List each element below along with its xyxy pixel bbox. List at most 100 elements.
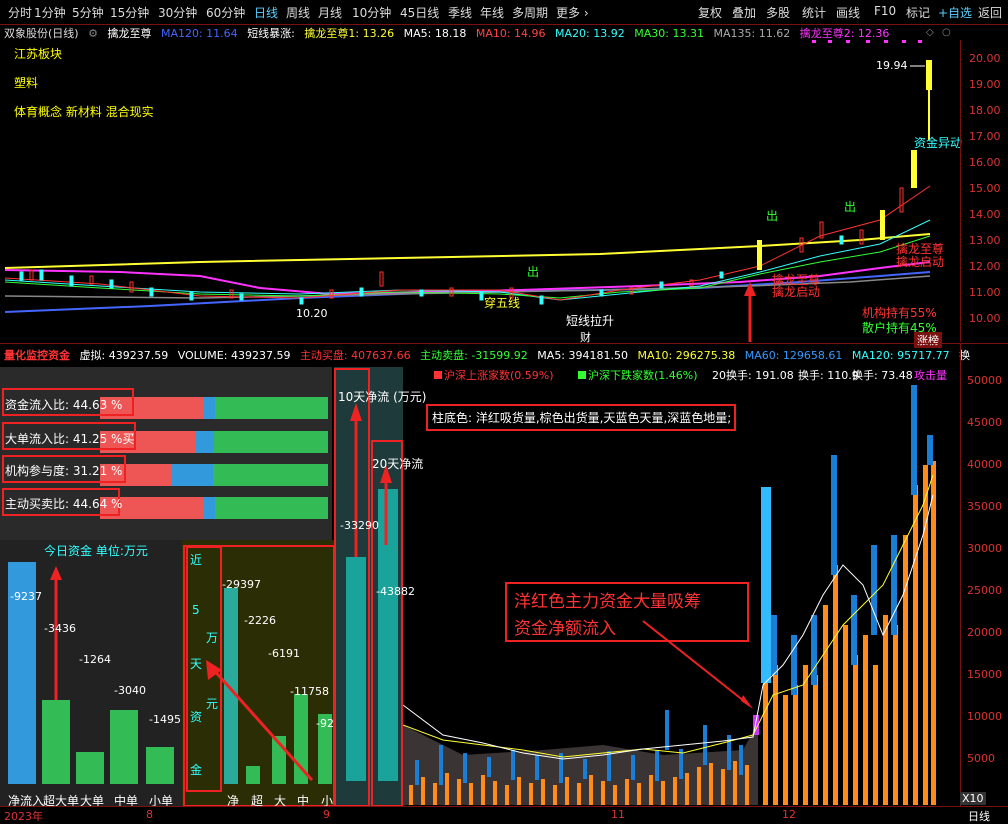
period-season[interactable]: 季线 bbox=[448, 4, 472, 21]
ma20-value: MA20: 13.92 bbox=[555, 27, 625, 40]
volume-tick: 10000 bbox=[967, 710, 1002, 723]
twenty-day-bar bbox=[378, 489, 398, 781]
signal-candle bbox=[926, 60, 932, 90]
price-tick: 14.00 bbox=[969, 208, 1001, 221]
period-more[interactable]: 更多 › bbox=[556, 4, 589, 21]
today-value-super: -3436 bbox=[44, 622, 76, 635]
huanshou3: 换手: 73.48 bbox=[852, 369, 913, 382]
five-day-value-super: -2226 bbox=[244, 614, 276, 627]
price-axis: 20.00 19.00 18.00 17.00 16.00 15.00 14.0… bbox=[960, 40, 1008, 342]
callout-line2: 资金净额流入 bbox=[514, 619, 616, 639]
tongji-button[interactable]: 统计 bbox=[802, 4, 826, 21]
attack-label: 攻击量 bbox=[914, 369, 947, 382]
ma30-value: MA30: 13.31 bbox=[634, 27, 704, 40]
zijin-label: 资金异动 bbox=[914, 136, 963, 150]
period-monthly[interactable]: 月线 bbox=[318, 4, 342, 21]
axis-label-12: 12 bbox=[782, 808, 796, 821]
duogu-button[interactable]: 多股 bbox=[766, 4, 790, 21]
price-tick: 13.00 bbox=[969, 234, 1001, 247]
ratio-label-2: 大单流入比: 41.25 %买 bbox=[5, 432, 135, 446]
today-value-mid: -3040 bbox=[114, 684, 146, 697]
note-text: 柱底色: 洋红吸货量,棕色出货量,天蓝色天量,深蓝色地量; bbox=[432, 411, 732, 425]
huanshou1: 20换手: 191.08 bbox=[712, 369, 794, 382]
lower-ma60: MA60: 129658.61 bbox=[744, 349, 843, 362]
ratio-bar-4 bbox=[100, 497, 328, 519]
twenty-day-value: -43882 bbox=[376, 585, 415, 598]
qldq-label: 擒龙启动 bbox=[896, 255, 945, 269]
ten-day-value: -33290 bbox=[340, 519, 379, 532]
f10-button[interactable]: F10 bbox=[874, 4, 896, 18]
duanxian-label: 短线拉升 bbox=[566, 314, 615, 328]
expand-icon[interactable]: ◇ bbox=[926, 27, 934, 38]
volume-tick: 45000 bbox=[967, 416, 1002, 429]
indicator-info-line: 双象股份(日线) ⚙ 擒龙至尊 MA120: 11.64 短线暴涨: 擒龙至尊1… bbox=[4, 25, 895, 41]
period-daily[interactable]: 日线 bbox=[254, 4, 278, 21]
ma135-value: MA135: 11.62 bbox=[713, 27, 791, 40]
lower-ma120: MA120: 95717.77 bbox=[851, 349, 950, 362]
five-day-value-net: -29397 bbox=[222, 578, 261, 591]
qlzz2-value: 擒龙至尊2: 12.36 bbox=[799, 27, 890, 40]
period-multi[interactable]: 多周期 bbox=[512, 4, 548, 21]
high-label: 19.94 bbox=[876, 59, 908, 72]
ratio-label-3: 机构参与度: 31.21 % bbox=[5, 464, 123, 478]
period-30min[interactable]: 30分钟 bbox=[158, 4, 197, 21]
period-60min[interactable]: 60分钟 bbox=[206, 4, 245, 21]
ten-day-arrowhead bbox=[350, 403, 362, 421]
volume-axis: 50000 45000 40000 35000 30000 25000 2000… bbox=[960, 344, 1008, 806]
diejia-button[interactable]: 叠加 bbox=[732, 4, 756, 21]
zhudong-sell: 主动卖盘: -31599.92 bbox=[420, 349, 528, 362]
price-tick: 19.00 bbox=[969, 78, 1001, 91]
ma10-value: MA10: 14.96 bbox=[475, 27, 546, 40]
twenty-day-title: 20天净流 bbox=[372, 457, 424, 471]
callout-arrowhead bbox=[741, 695, 753, 709]
callout-line1: 洋红色主力资金大量吸筹 bbox=[514, 592, 701, 612]
ratio-label-4: 主动买卖比: 44.64 % bbox=[5, 497, 123, 511]
back-button[interactable]: 返回 bbox=[978, 4, 1002, 21]
period-weekly[interactable]: 周线 bbox=[286, 4, 310, 21]
today-bar-mid bbox=[110, 710, 138, 784]
fuquan-button[interactable]: 复权 bbox=[698, 4, 722, 21]
lower-ma5: MA5: 394181.50 bbox=[537, 349, 628, 362]
period-fenshi[interactable]: 分时 bbox=[8, 4, 32, 21]
price-tick: 15.00 bbox=[969, 182, 1001, 195]
period-5min[interactable]: 5分钟 bbox=[72, 4, 104, 21]
settings-icon[interactable]: ⚙ bbox=[88, 27, 98, 40]
period-toolbar: 分时 1分钟 5分钟 15分钟 30分钟 60分钟 日线 周线 月线 10分钟 … bbox=[0, 0, 1008, 25]
skyblue-bar bbox=[761, 487, 771, 683]
ten-day-title: 10天净流 (万元) bbox=[338, 390, 427, 404]
ten-day-bar bbox=[346, 557, 366, 781]
indicator-name: 擒龙至尊 bbox=[107, 27, 152, 40]
five-day-bar-super bbox=[246, 766, 260, 784]
chu-label-2: 出 bbox=[766, 209, 779, 223]
price-tick: 18.00 bbox=[969, 104, 1001, 117]
up-arrowhead-today bbox=[50, 566, 62, 580]
period-year[interactable]: 年线 bbox=[480, 4, 504, 21]
short-label: 短线暴涨: bbox=[247, 27, 295, 40]
close-icon[interactable]: ○ bbox=[942, 27, 951, 38]
legend-up: 沪深上涨家数(0.59%) bbox=[434, 367, 554, 383]
bottom-axis: 2023年 8 9 11 12 日线 bbox=[0, 806, 1008, 823]
biaoji-button[interactable]: 标记 bbox=[906, 4, 930, 21]
lower-ma10: MA10: 296275.38 bbox=[637, 349, 736, 362]
period-1min[interactable]: 1分钟 bbox=[34, 4, 66, 21]
legend-down: 沪深下跌家数(1.46%) bbox=[578, 367, 698, 383]
lower-info-line: 量化监控资金 虚拟: 439237.59 VOLUME: 439237.59 主… bbox=[4, 347, 976, 363]
lower-title: 量化监控资金 bbox=[4, 349, 70, 362]
price-tick: 16.00 bbox=[969, 156, 1001, 169]
period-10min[interactable]: 10分钟 bbox=[352, 4, 391, 21]
signal-candle bbox=[880, 210, 885, 240]
qldq-label-b: 擒龙启动 bbox=[772, 285, 821, 299]
volume-tick: 35000 bbox=[967, 500, 1002, 513]
stock-name: 双象股份(日线) bbox=[4, 27, 79, 40]
add-watchlist-button[interactable]: +自选 bbox=[938, 4, 972, 21]
volume-tick: 30000 bbox=[967, 542, 1002, 555]
five-day-value-small: -92 bbox=[316, 717, 334, 730]
period-15min[interactable]: 15分钟 bbox=[110, 4, 149, 21]
period-45day[interactable]: 45日线 bbox=[400, 4, 439, 21]
five-day-value-big: -6191 bbox=[268, 647, 300, 660]
today-bar-small bbox=[146, 747, 174, 784]
today-value-small: -1495 bbox=[149, 713, 181, 726]
x10-label: X10 bbox=[960, 792, 986, 805]
huaxian-button[interactable]: 画线 bbox=[836, 4, 860, 21]
zhangbang-button[interactable]: 涨榜 bbox=[914, 332, 942, 348]
